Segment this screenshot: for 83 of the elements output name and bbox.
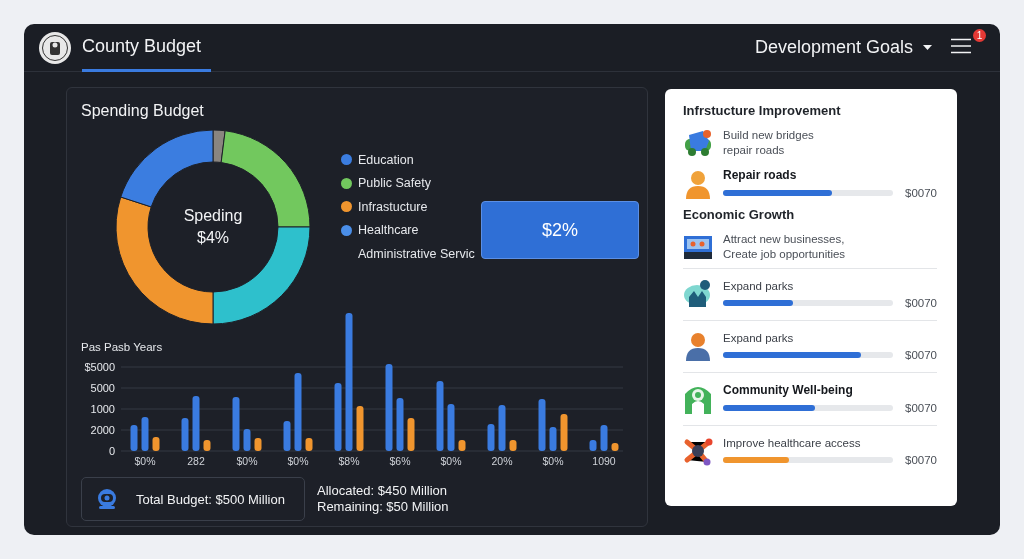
bar <box>447 403 455 451</box>
goal-label: Community Well-being <box>723 383 854 397</box>
legend-label: Public Safety <box>358 176 431 191</box>
axis-label: $0% <box>236 455 258 467</box>
amount: $0070 <box>905 296 937 309</box>
seal-icon <box>38 30 72 65</box>
axis-label: 1090 <box>592 455 616 467</box>
axis-label: $0% <box>287 455 309 467</box>
axis-label: 1000 <box>90 403 115 415</box>
network-icon <box>683 436 713 466</box>
amount: $0070 <box>905 348 937 361</box>
amount: $0070 <box>905 187 937 199</box>
goal-label: Expand parks <box>723 279 795 292</box>
amount: $0070 <box>905 402 937 414</box>
notification-badge: 1 <box>973 29 986 42</box>
tab[interactable]: County Budget <box>82 24 212 72</box>
storefront-icon <box>683 234 713 260</box>
bar <box>130 424 138 451</box>
bar <box>560 414 568 451</box>
axis-label: $5000 <box>84 361 115 373</box>
bar <box>305 438 313 451</box>
section-heading: Economic Growth <box>683 207 796 222</box>
bar <box>283 420 291 451</box>
caret-icon <box>923 45 932 50</box>
axis-label: 20% <box>491 455 513 467</box>
bar <box>611 443 619 451</box>
panel-title: Spending Budget <box>81 101 205 121</box>
legend-label: Healthcare <box>358 223 419 238</box>
goal-label: Repair roads <box>723 168 798 182</box>
axis-label: 0 <box>108 445 115 457</box>
axis-label: $0% <box>440 455 462 467</box>
chart-title: Pas Pasb Years <box>81 341 163 353</box>
axis-label: 2000 <box>90 424 115 436</box>
axis-label: $0% <box>134 455 156 467</box>
axis-label: $0% <box>542 455 564 467</box>
bar <box>549 427 557 451</box>
donut-label: $4% <box>197 228 229 248</box>
bar <box>356 406 364 451</box>
bar <box>487 423 495 451</box>
bar <box>232 397 240 451</box>
legend-label: Infrastucture <box>358 199 428 214</box>
bar <box>192 396 200 451</box>
bar <box>243 428 251 451</box>
section-heading: Infrstucture Improvement <box>683 103 842 118</box>
car-icon <box>683 129 713 157</box>
goal-text: repair roads <box>723 143 786 158</box>
bar <box>589 440 597 451</box>
legend-label: Administrative Servic <box>358 246 475 261</box>
bar <box>254 438 262 451</box>
bar <box>436 381 444 451</box>
bar <box>203 440 211 451</box>
bar <box>396 398 404 451</box>
allocated-text: Allocated: $450 Million <box>317 483 449 499</box>
goal-label: Expand parks <box>723 331 795 344</box>
park-icon <box>683 279 713 309</box>
bar <box>152 436 160 451</box>
person-icon <box>683 331 713 361</box>
person-icon <box>683 168 713 199</box>
total-budget: Total Budget: $500 Million <box>136 491 285 507</box>
axis-label: $6% <box>389 455 411 467</box>
legend-label: Education <box>358 152 414 167</box>
bar <box>458 440 466 451</box>
menu-icon <box>950 38 972 54</box>
amount: $0070 <box>905 453 937 466</box>
axis-label: 5000 <box>90 382 115 394</box>
goal-text: Attract new businesses, <box>723 232 846 247</box>
goal-text: Build new bridges <box>723 128 814 143</box>
goal-text: Create job opportunities <box>723 247 846 262</box>
remaining-text: Remaining: $50 Million <box>317 499 449 515</box>
dropdown[interactable]: Development Goals <box>754 24 932 71</box>
bar <box>407 418 415 451</box>
axis-label: $8% <box>338 455 360 467</box>
bar <box>538 398 546 451</box>
bar <box>600 424 608 451</box>
highlight-card: $2% <box>481 201 639 259</box>
goal-label: Improve healthcare access <box>723 436 862 449</box>
bar <box>181 418 189 451</box>
bar <box>509 440 517 451</box>
axis-label: 282 <box>187 455 205 467</box>
bar <box>498 405 506 451</box>
bar <box>334 382 342 451</box>
donut-label: Speding <box>183 206 243 226</box>
bar <box>141 417 149 451</box>
